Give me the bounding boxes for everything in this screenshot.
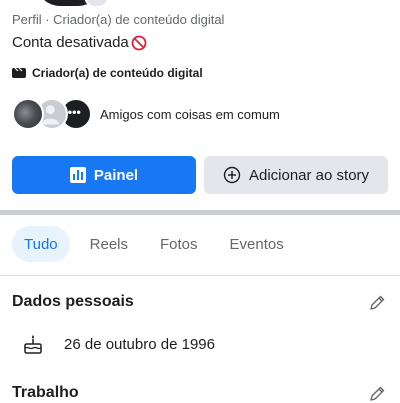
account-status: Conta desativada	[12, 34, 147, 51]
pencil-icon[interactable]	[368, 294, 386, 312]
personal-details-title: Dados pessoais	[12, 293, 134, 310]
section-divider	[0, 210, 400, 215]
work-title: Trabalho	[12, 384, 79, 401]
birthday-row: 26 de outubro de 1996	[22, 333, 215, 355]
account-status-text: Conta desativada	[12, 34, 129, 51]
dashboard-button-label: Painel	[93, 166, 139, 184]
bar-chart-icon	[69, 167, 86, 183]
tabs-divider	[0, 275, 400, 276]
tab-all[interactable]: Tudo	[12, 226, 70, 262]
profile-meta-line: Perfil · Criador(a) de conteúdo digital	[12, 12, 225, 27]
mutual-friends-label: Amigos com coisas em comum	[100, 106, 280, 122]
tab-reels[interactable]: Reels	[78, 226, 140, 262]
profile-tabs: Tudo Reels Fotos Eventos	[12, 226, 304, 262]
add-story-button[interactable]: Adicionar ao story	[204, 156, 388, 194]
prohibited-icon	[131, 35, 147, 50]
friend-avatar[interactable]	[12, 98, 44, 130]
add-story-button-label: Adicionar ao story	[248, 166, 370, 184]
birthday-text: 26 de outubro de 1996	[64, 335, 215, 353]
plus-circle-icon	[223, 166, 241, 184]
tab-photos[interactable]: Fotos	[148, 226, 210, 262]
profile-category: Criador(a) de conteúdo digital	[12, 66, 203, 80]
profile-category-label: Criador(a) de conteúdo digital	[32, 66, 203, 80]
cake-icon	[24, 335, 42, 354]
pencil-icon[interactable]	[368, 385, 386, 403]
tab-events[interactable]: Eventos	[218, 226, 296, 262]
profile-avatar-badge[interactable]	[84, 0, 110, 8]
video-camera-icon	[12, 67, 26, 78]
mutual-friends[interactable]: Amigos com coisas em comum	[12, 97, 280, 131]
dashboard-button[interactable]: Painel	[12, 156, 196, 194]
